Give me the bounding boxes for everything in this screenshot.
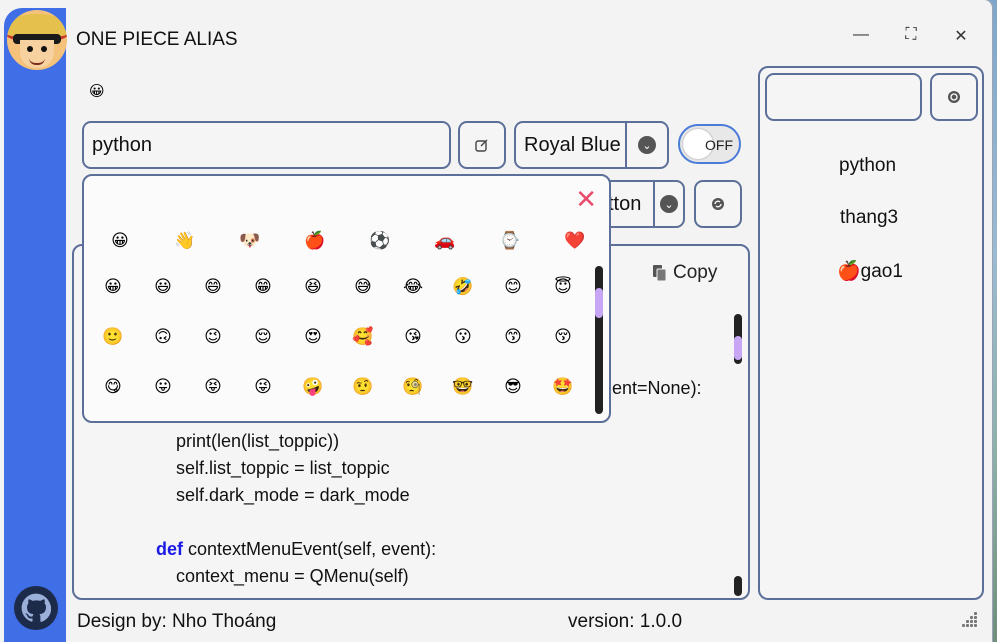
maximize-button[interactable]: ⛶ bbox=[896, 26, 926, 44]
edit-button[interactable] bbox=[458, 121, 506, 169]
emoji-item[interactable]: 🙃 bbox=[148, 322, 178, 352]
alias-item-label: python bbox=[839, 155, 897, 176]
button-select[interactable]: tton ⌄ bbox=[598, 180, 685, 228]
emoji-category-tab[interactable]: 🍎 bbox=[300, 226, 330, 256]
avatar-eye-right bbox=[41, 46, 47, 52]
smile-emoji-icon[interactable]: 😀 bbox=[89, 82, 105, 100]
toggle-label: OFF bbox=[705, 137, 733, 153]
emoji-item[interactable]: 🙂 bbox=[98, 322, 128, 352]
edit-icon bbox=[475, 139, 488, 152]
emoji-item[interactable]: 🤩 bbox=[548, 372, 578, 402]
emoji-category-tab[interactable]: 🚗 bbox=[430, 226, 460, 256]
avatar[interactable] bbox=[7, 10, 67, 70]
emoji-item[interactable]: 😜 bbox=[248, 372, 278, 402]
copy-icon bbox=[653, 265, 667, 282]
app-title: ONE PIECE ALIAS bbox=[76, 29, 238, 50]
alias-item-python[interactable]: python bbox=[839, 155, 896, 177]
alias-input-value: python bbox=[92, 133, 153, 156]
emoji-item[interactable]: 😌 bbox=[248, 322, 278, 352]
code-line: context_menu = QMenu(self) bbox=[136, 566, 409, 586]
editor-scrollbar-bottom[interactable] bbox=[734, 576, 742, 596]
refresh-button[interactable] bbox=[694, 180, 742, 228]
alias-item-thang3[interactable]: thang3 bbox=[840, 207, 898, 229]
emoji-item[interactable]: 😀 bbox=[98, 272, 128, 302]
app-window: ONE PIECE ALIAS — ⛶ ✕ 😀 python Royal Blu… bbox=[0, 0, 992, 642]
emoji-item[interactable]: 😗 bbox=[448, 322, 478, 352]
emoji-item[interactable]: 😁 bbox=[248, 272, 278, 302]
footer-version: version: 1.0.0 bbox=[568, 611, 683, 632]
emoji-item[interactable]: 😄 bbox=[198, 272, 228, 302]
refresh-icon bbox=[712, 198, 724, 210]
github-icon[interactable] bbox=[14, 586, 58, 630]
emoji-item[interactable]: 🧐 bbox=[398, 372, 428, 402]
code-keyword: def bbox=[156, 539, 184, 559]
emoji-item[interactable]: 😃 bbox=[148, 272, 178, 302]
alias-item-label: gao1 bbox=[860, 261, 903, 282]
emoji-item[interactable]: 😘 bbox=[398, 322, 428, 352]
code-line: print(len(list_toppic)) bbox=[136, 431, 340, 451]
emoji-item[interactable]: 😋 bbox=[98, 372, 128, 402]
avatar-eye-left bbox=[27, 46, 33, 52]
emoji-category-tab[interactable]: 👋 bbox=[170, 226, 200, 256]
emoji-item[interactable]: 😙 bbox=[498, 322, 528, 352]
chevron-down-icon[interactable]: ⌄ bbox=[653, 182, 683, 226]
copy-label: Copy bbox=[673, 262, 718, 283]
code-line: self.dark_mode = dark_mode bbox=[136, 485, 410, 505]
minimize-button[interactable]: — bbox=[846, 26, 876, 44]
power-icon bbox=[948, 91, 960, 103]
emoji-item[interactable]: 😉 bbox=[198, 322, 228, 352]
emoji-picker: ✕ 😀 👋 🐶 🍎 ⚽ 🚗 ⌚ ❤️ 😀 😃 😄 😁 😆 😅 😂 🤣 😊 😇 🙂 🙃 😉 😌 😍 🥰 😘 😗 😙 😚 😋 😛 😝 😜 🤪 🤨 🧐 🤓… bbox=[82, 174, 611, 423]
alias-item-label: thang3 bbox=[840, 207, 899, 228]
emoji-category-tab[interactable]: 🐶 bbox=[235, 226, 265, 256]
code-partial-line: ent=None): bbox=[612, 378, 702, 398]
emoji-category-tab[interactable]: ⚽ bbox=[365, 226, 395, 256]
emoji-item[interactable]: 😆 bbox=[298, 272, 328, 302]
emoji-item[interactable]: 😊 bbox=[498, 272, 528, 302]
emoji-category-tab[interactable]: ❤️ bbox=[560, 226, 590, 256]
code-line: self.list_toppic = list_toppic bbox=[136, 458, 390, 478]
emoji-scroll-thumb[interactable] bbox=[595, 288, 603, 318]
emoji-category-tab[interactable]: 😀 bbox=[105, 226, 135, 256]
close-window-button[interactable]: ✕ bbox=[946, 26, 976, 46]
button-select-value: tton bbox=[608, 192, 642, 215]
code-text: print(len(list_toppic)) self.list_toppic… bbox=[136, 428, 436, 590]
emoji-item[interactable]: 😇 bbox=[548, 272, 578, 302]
power-button[interactable] bbox=[930, 73, 978, 121]
left-sidebar bbox=[4, 8, 66, 642]
emoji-item[interactable]: 🤪 bbox=[298, 372, 328, 402]
close-icon[interactable]: ✕ bbox=[575, 186, 597, 212]
emoji-item[interactable]: 😛 bbox=[148, 372, 178, 402]
code-line: contextMenuEvent(self, event): bbox=[183, 539, 437, 559]
emoji-item[interactable]: 🤨 bbox=[348, 372, 378, 402]
apple-icon: 🍎 bbox=[837, 261, 861, 282]
color-select-value: Royal Blue bbox=[524, 133, 621, 156]
emoji-item[interactable]: 😎 bbox=[498, 372, 528, 402]
emoji-item[interactable]: 😅 bbox=[348, 272, 378, 302]
color-select[interactable]: Royal Blue ⌄ bbox=[514, 121, 669, 169]
alias-item-gao1[interactable]: 🍎gao1 bbox=[837, 259, 903, 283]
emoji-item[interactable]: 🤓 bbox=[448, 372, 478, 402]
emoji-item[interactable]: 😝 bbox=[198, 372, 228, 402]
emoji-item[interactable]: 😂 bbox=[398, 272, 428, 302]
emoji-item[interactable]: 😍 bbox=[298, 322, 328, 352]
search-input[interactable] bbox=[765, 73, 922, 121]
editor-scroll-thumb[interactable] bbox=[734, 336, 742, 360]
copy-button[interactable]: Copy bbox=[652, 262, 717, 284]
emoji-category-tab[interactable]: ⌚ bbox=[495, 226, 525, 256]
footer-credit: Design by: Nho Thoáng bbox=[77, 611, 277, 632]
emoji-item[interactable]: 🤣 bbox=[448, 272, 478, 302]
alias-input[interactable]: python bbox=[82, 121, 451, 169]
alias-list-panel: python thang3 🍎gao1 bbox=[758, 66, 984, 600]
dark-mode-toggle[interactable]: OFF bbox=[678, 124, 741, 164]
emoji-item[interactable]: 😚 bbox=[548, 322, 578, 352]
chevron-down-icon[interactable]: ⌄ bbox=[625, 123, 667, 167]
resize-grip-icon[interactable] bbox=[962, 612, 978, 628]
emoji-item[interactable]: 🥰 bbox=[348, 322, 378, 352]
